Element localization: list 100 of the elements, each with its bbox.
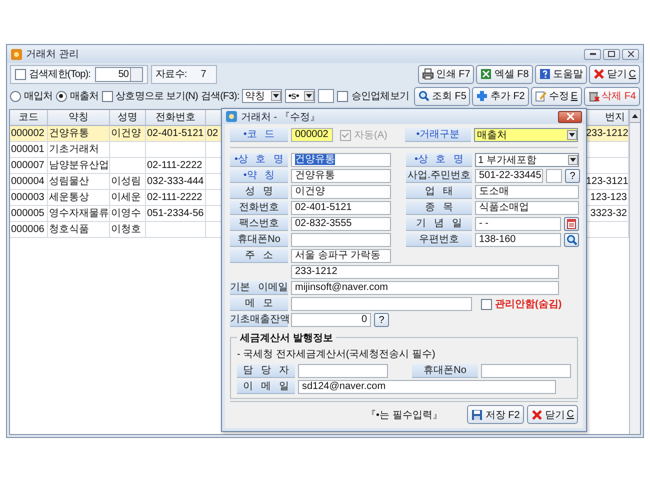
number-field[interactable]: 0 (291, 313, 371, 327)
search-icon (418, 90, 430, 102)
text-field[interactable]: 501-22-33445 (475, 169, 543, 183)
app-icon (226, 111, 237, 122)
text-field[interactable]: 건양유통 (291, 169, 391, 183)
column-header[interactable]: 코드 (10, 110, 48, 126)
text-field[interactable]: 000002 (291, 128, 333, 142)
edit-button[interactable]: 수정 E (530, 86, 582, 106)
text-field[interactable]: 02-832-3555 (291, 217, 391, 231)
field-label: •상 호 명 (230, 153, 288, 167)
text-field[interactable]: 이건양 (291, 185, 391, 199)
table-cell: 건양유통 (48, 126, 110, 142)
dropdown[interactable]: 매출처 (474, 128, 578, 142)
field-label: 종 목 (406, 201, 472, 215)
table-cell: 000007 (10, 158, 48, 174)
column-header[interactable]: 약칭 (48, 110, 110, 126)
trash-icon (588, 90, 600, 102)
text-field[interactable]: sd124@naver.com (298, 380, 556, 394)
checkbox-label: 자동(A) (354, 129, 388, 142)
table-cell: 000006 (10, 222, 48, 238)
text-field[interactable] (546, 169, 562, 183)
radio-label: 매입처 (24, 90, 53, 103)
checkbox-label: 관리안함(숨김) (495, 298, 562, 311)
table-cell: 이영수 (110, 206, 146, 222)
checkbox[interactable] (481, 298, 492, 310)
text-field[interactable]: 233-1212 (291, 265, 559, 279)
help-icon (538, 68, 551, 80)
minimize-icon (590, 53, 596, 55)
text-field[interactable] (291, 297, 472, 311)
text-field[interactable]: 건양유통 (291, 153, 391, 167)
text-field[interactable] (481, 364, 571, 378)
number-field[interactable]: 50 (94, 66, 143, 82)
maximize-button[interactable] (603, 48, 620, 60)
help-button[interactable]: ? (565, 169, 580, 183)
add-button[interactable]: 추가 F2 (472, 86, 529, 106)
field-label: 성 명 (230, 185, 288, 199)
close-button[interactable]: 닫기 C (588, 64, 640, 84)
column-header[interactable]: 번지 (585, 110, 629, 126)
table-cell: 233-1212 (585, 126, 629, 142)
dropdown[interactable]: •s• (285, 89, 316, 103)
field-label: 기 념 일 (406, 217, 472, 231)
text-field[interactable]: mijinsoft@naver.com (291, 281, 559, 295)
excel-button[interactable]: 엑셀 F8 (476, 64, 533, 84)
help-button[interactable]: ? (374, 313, 389, 327)
search-button[interactable] (564, 233, 579, 247)
table-cell: 000002 (10, 126, 48, 142)
table-cell: 000005 (10, 206, 48, 222)
text-field[interactable] (298, 364, 388, 378)
field-label: 팩스번호 (230, 217, 288, 231)
count-value: 7 (200, 68, 206, 80)
search-button[interactable]: 조회 F5 (414, 86, 470, 106)
dropdown-arrow-icon (306, 94, 312, 98)
close-button[interactable] (622, 48, 639, 60)
scrollbar[interactable] (629, 110, 640, 434)
dropdown[interactable]: 1 부가세포함 (475, 153, 579, 167)
text-field[interactable]: - - (475, 217, 561, 231)
field-label: •코 드 (230, 128, 288, 142)
printer-icon (422, 68, 434, 80)
delete-button[interactable]: 삭제 F4 (584, 86, 640, 106)
field-label: 휴대폰No (230, 233, 288, 247)
close-icon (566, 113, 574, 120)
field-label: •약 칭 (230, 169, 288, 183)
radio-button[interactable] (56, 90, 67, 102)
text-field[interactable]: 도소매 (475, 185, 579, 199)
close-icon (628, 51, 634, 57)
text-field[interactable]: 식품소매업 (475, 201, 579, 215)
text-field[interactable]: 서울 송파구 가락동 (291, 249, 391, 263)
print-button[interactable]: 인쇄 F7 (418, 64, 474, 84)
table-cell: 02-111-2222 (146, 190, 206, 206)
group-title: 세금계산서 발행정보 (237, 331, 336, 345)
dropdown-arrow-icon (570, 158, 576, 162)
search-label: 검색(F3): (200, 90, 240, 103)
close-icon (592, 68, 605, 80)
minimize-button[interactable] (584, 48, 601, 60)
checkbox-label: 검색제한(Top): (29, 68, 91, 81)
help-button[interactable]: 도움말 (534, 64, 587, 84)
text-field[interactable] (291, 233, 391, 247)
field-label: 이 메 일 (237, 380, 295, 394)
checkbox[interactable] (337, 90, 348, 102)
text-field[interactable]: 138-160 (475, 233, 561, 247)
radio-button[interactable] (10, 90, 21, 102)
checkbox-label: 승인업체보기 (351, 90, 409, 103)
required-note: 『•는 필수입력』 (366, 408, 442, 422)
save-button[interactable]: 저장 F2 (467, 405, 524, 424)
text-field[interactable]: 02-401-5121 (291, 201, 391, 215)
checkbox[interactable] (15, 68, 26, 80)
column-header[interactable]: 전화번호 (146, 110, 206, 126)
table-cell: 이성림 (110, 174, 146, 190)
table-cell: 02-401-5121 (146, 126, 206, 142)
dropdown[interactable]: 약칭 (242, 89, 282, 103)
close-button[interactable]: 닫기 C (526, 405, 578, 424)
checkbox[interactable] (102, 90, 113, 102)
calendar-button[interactable] (564, 217, 579, 231)
column-header[interactable]: 성명 (110, 110, 146, 126)
search-field[interactable] (318, 89, 334, 103)
table-cell: 남양분유산업 (48, 158, 110, 174)
field-label: 기본 이메일 (230, 281, 288, 295)
close-button[interactable] (558, 110, 582, 122)
table-cell: 이건양 (110, 126, 146, 142)
field-label: 휴대폰No (412, 364, 478, 378)
